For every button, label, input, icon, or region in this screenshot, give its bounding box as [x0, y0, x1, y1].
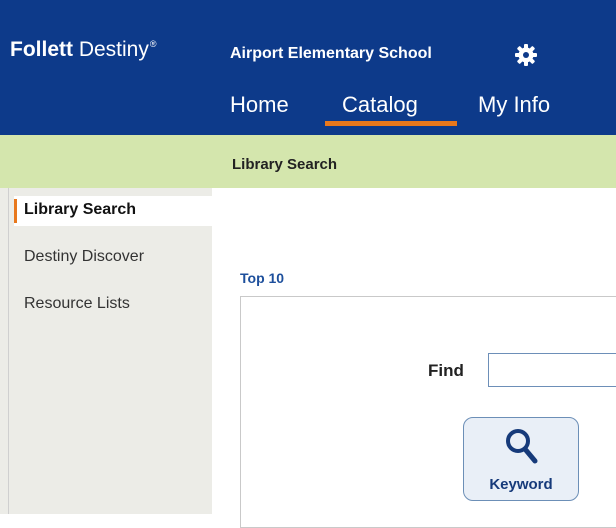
find-input[interactable] [488, 353, 616, 387]
gear-icon[interactable] [514, 43, 538, 67]
search-icon [506, 429, 538, 464]
nav-active-indicator [325, 121, 457, 126]
sidebar-item-resource-lists[interactable]: Resource Lists [24, 295, 130, 313]
nav-my-info[interactable]: My Info [478, 92, 550, 118]
keyword-button-label: Keyword [489, 476, 553, 493]
sidebar-divider [8, 188, 9, 514]
find-label: Find [428, 361, 464, 380]
sidebar-item-destiny-discover[interactable]: Destiny Discover [24, 248, 144, 266]
nav-catalog[interactable]: Catalog [342, 92, 418, 118]
follett-destiny-logo[interactable]: Follett Destiny® [10, 38, 157, 62]
top-10-link[interactable]: Top 10 [240, 270, 284, 286]
sidebar [0, 188, 212, 514]
nav-home[interactable]: Home [230, 92, 289, 118]
school-name: Airport Elementary School [230, 45, 432, 62]
subnav-library-search[interactable]: Library Search [232, 156, 337, 173]
sidebar-item-library-search[interactable]: Library Search [24, 201, 136, 219]
sidebar-active-indicator [14, 199, 17, 223]
